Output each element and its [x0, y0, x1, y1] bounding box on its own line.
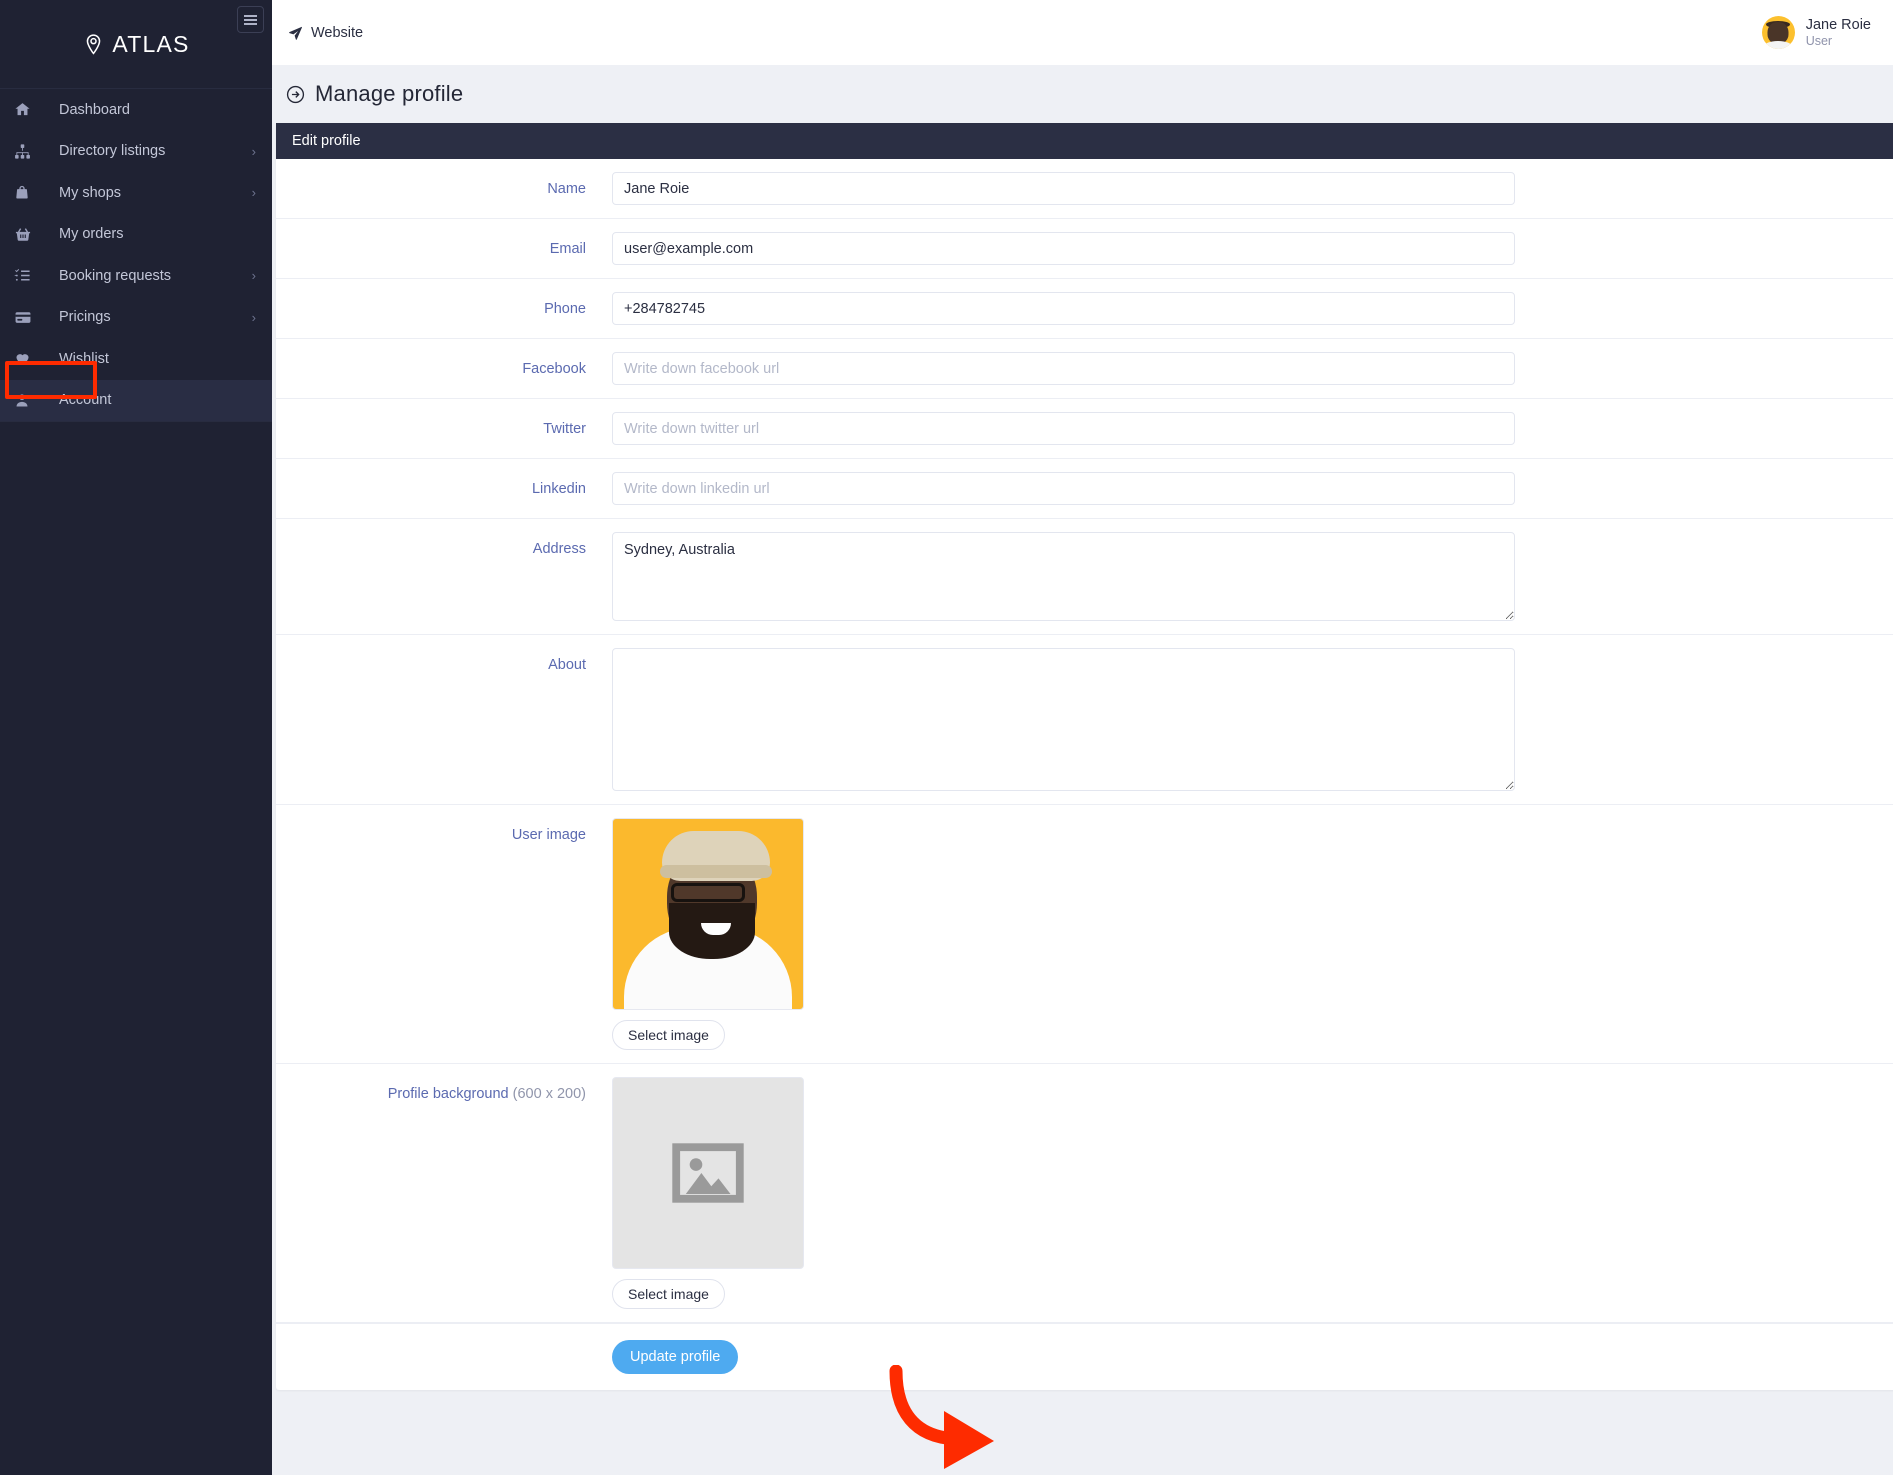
basket-icon	[14, 224, 38, 244]
form-row-name: Name	[276, 159, 1893, 219]
sidebar-item-label: My orders	[59, 226, 124, 243]
website-link-label: Website	[311, 24, 364, 41]
form-row-linkedin: Linkedin	[276, 459, 1893, 519]
user-photo-thumbnail	[612, 818, 804, 1010]
avatar	[1761, 16, 1795, 49]
sidebar-item-wishlist[interactable]: Wishlist	[0, 338, 272, 380]
main-area: Website Jane Roie User Manage profile Ed…	[272, 0, 1893, 1475]
card-header: Edit profile	[276, 123, 1893, 159]
chevron-right-icon: ›	[251, 268, 256, 284]
chevron-right-icon: ›	[251, 309, 256, 325]
linkedin-input[interactable]	[612, 472, 1515, 505]
heart-icon	[14, 349, 38, 369]
field-label-note: (600 x 200)	[512, 1086, 586, 1102]
about-textarea[interactable]	[612, 648, 1515, 791]
sidebar-item-label: Pricings	[59, 309, 111, 326]
address-textarea[interactable]	[612, 532, 1515, 621]
facebook-input[interactable]	[612, 352, 1515, 385]
field-label-email: Email	[549, 241, 586, 257]
twitter-input[interactable]	[612, 412, 1515, 445]
user-name: Jane Roie	[1805, 16, 1871, 33]
user-icon	[14, 390, 38, 410]
hamburger-icon-line	[244, 14, 257, 17]
select-user-image-button[interactable]: Select image	[612, 1020, 725, 1050]
form-row-twitter: Twitter	[276, 399, 1893, 459]
email-input[interactable]	[612, 232, 1515, 265]
sidebar-item-my-orders[interactable]: My orders	[0, 214, 272, 256]
form-row-profile-background: Profile background (600 x 200) Select im…	[276, 1064, 1893, 1323]
bag-icon	[14, 183, 38, 203]
checklist-icon	[14, 266, 38, 286]
sidebar-item-label: Directory listings	[59, 143, 166, 160]
user-role: User	[1805, 33, 1833, 48]
brand-logo[interactable]: ATLAS	[82, 31, 189, 58]
topbar-user-menu[interactable]: Jane Roie User	[1761, 16, 1875, 49]
sidebar-nav: Dashboard Directory listings › My shops …	[0, 89, 272, 421]
field-label-profile-background: Profile background (600 x 200)	[276, 1077, 612, 1102]
sidebar-item-label: Booking requests	[59, 267, 172, 284]
phone-input[interactable]	[612, 292, 1515, 325]
brand-name: ATLAS	[112, 30, 190, 57]
edit-profile-card: Edit profile Name Email Phone	[276, 123, 1893, 1390]
app-root: ATLAS Dashboard Directory listings › My …	[0, 0, 1893, 1475]
chevron-right-icon: ›	[251, 143, 256, 159]
sitemap-icon	[14, 141, 38, 161]
field-label-user-image: User image	[511, 827, 586, 843]
sidebar-item-directory-listings[interactable]: Directory listings ›	[0, 131, 272, 173]
topbar: Website Jane Roie User	[272, 0, 1893, 65]
sidebar-item-my-shops[interactable]: My shops ›	[0, 172, 272, 214]
form-row-phone: Phone	[276, 279, 1893, 339]
hamburger-icon-line	[244, 18, 257, 21]
sidebar-brand-area: ATLAS	[0, 0, 272, 88]
field-label-name: Name	[547, 181, 586, 197]
form-row-facebook: Facebook	[276, 339, 1893, 399]
sidebar-item-account[interactable]: Account	[0, 379, 272, 421]
sidebar-item-pricings[interactable]: Pricings ›	[0, 297, 272, 339]
sidebar-item-label: Account	[59, 392, 112, 409]
form-row-email: Email	[276, 219, 1893, 279]
sidebar-item-dashboard[interactable]: Dashboard	[0, 89, 272, 131]
form-row-about: About	[276, 635, 1893, 805]
image-placeholder-icon	[612, 1077, 804, 1269]
sidebar-toggle-button[interactable]	[237, 6, 264, 33]
sidebar-item-label: Dashboard	[59, 101, 130, 118]
home-icon	[14, 100, 38, 120]
sidebar-item-label: Wishlist	[59, 350, 109, 367]
field-label-text: Profile background	[387, 1086, 509, 1102]
field-label-address: Address	[532, 541, 586, 557]
name-input[interactable]	[612, 172, 1515, 205]
sidebar-item-label: My shops	[59, 184, 122, 201]
page-header: Manage profile	[272, 65, 1893, 123]
form-row-address: Address	[276, 519, 1893, 635]
sidebar-item-booking-requests[interactable]: Booking requests ›	[0, 255, 272, 297]
sidebar: ATLAS Dashboard Directory listings › My …	[0, 0, 272, 1475]
map-pin-icon	[82, 33, 105, 56]
select-background-image-button[interactable]: Select image	[612, 1279, 725, 1309]
hamburger-icon-line	[244, 22, 257, 25]
page-title: Manage profile	[315, 81, 464, 106]
form-row-user-image: User image Select image	[276, 805, 1893, 1064]
paper-plane-icon	[288, 25, 303, 40]
credit-card-icon	[14, 307, 38, 327]
arrow-circle-right-icon	[286, 85, 305, 104]
field-label-linkedin: Linkedin	[531, 481, 586, 497]
field-label-about: About	[548, 657, 586, 673]
field-label-twitter: Twitter	[543, 421, 586, 437]
user-meta: Jane Roie User	[1806, 17, 1871, 48]
chevron-right-icon: ›	[251, 185, 256, 201]
update-profile-button[interactable]: Update profile	[612, 1340, 739, 1374]
form-row-submit: Update profile	[276, 1323, 1893, 1390]
field-label-facebook: Facebook	[522, 361, 586, 377]
website-link[interactable]: Website	[288, 25, 363, 41]
field-label-phone: Phone	[544, 301, 586, 317]
